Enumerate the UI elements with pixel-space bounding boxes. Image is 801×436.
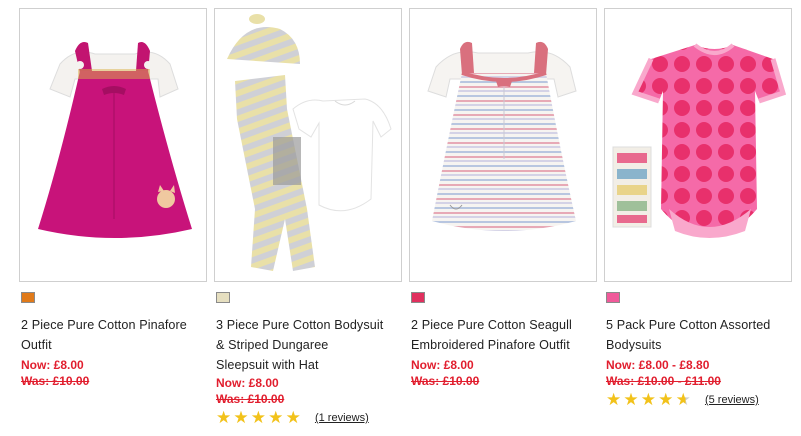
now-price: Now: £8.00 xyxy=(216,376,279,390)
star-icon: ★ xyxy=(606,390,622,409)
product-image-striped-sleepsuit[interactable] xyxy=(214,8,402,282)
star-icon: ★ xyxy=(233,408,249,427)
product-image-seagull-pinafore[interactable] xyxy=(409,8,597,282)
now-price: Now: £8.00 xyxy=(411,358,474,372)
star-icon: ★ xyxy=(640,390,657,409)
product-title[interactable]: 5 Pack Pure Cotton Assorted Bodysuits xyxy=(606,315,801,355)
colour-swatch[interactable] xyxy=(216,292,230,303)
star-icon: ★ xyxy=(268,408,284,427)
product-image-assorted-bodysuits[interactable] xyxy=(604,8,792,282)
pink-pinafore-dress-image xyxy=(38,42,192,238)
star-icon: ★ xyxy=(216,408,232,427)
star-icon: ★ xyxy=(658,390,674,409)
rating: ★ ★ ★ ★ ★ (5 reviews) xyxy=(606,391,759,409)
striped-sleepsuit-hat-image xyxy=(227,14,392,271)
rating: ★ ★ ★ ★ ★ (1 reviews) xyxy=(216,409,369,427)
product-title-line[interactable]: & Striped Dungaree xyxy=(216,335,411,355)
star-rating: ★ ★ ★ ★ ★ xyxy=(216,409,303,427)
was-price: Was: £10.00 xyxy=(411,374,480,388)
star-icon: ★ xyxy=(285,408,301,427)
product-title-line[interactable]: 5 Pack Pure Cotton Assorted xyxy=(606,315,801,335)
product-title-line[interactable]: 3 Piece Pure Cotton Bodysuit xyxy=(216,315,411,335)
product-title-line[interactable]: Sleepsuit with Hat xyxy=(216,355,411,375)
star-icon: ★ xyxy=(250,408,267,427)
was-price: Was: £10.00 - £11.00 xyxy=(606,374,721,388)
product-title-line[interactable]: Outfit xyxy=(21,335,216,355)
product-title[interactable]: 2 Piece Pure Cotton Pinafore Outfit xyxy=(21,315,216,355)
star-icon: ★ xyxy=(623,390,639,409)
star-rating: ★ ★ ★ ★ ★ xyxy=(606,391,693,409)
product-image-pink-pinafore[interactable] xyxy=(19,8,207,282)
now-price: Now: £8.00 - £8.80 xyxy=(606,358,710,372)
half-star-icon: ★ xyxy=(676,391,693,409)
was-price: Was: £10.00 xyxy=(216,392,285,406)
product-title[interactable]: 2 Piece Pure Cotton Seagull Embroidered … xyxy=(411,315,606,355)
colour-swatch[interactable] xyxy=(411,292,425,303)
striped-pinafore-dress-image xyxy=(427,41,577,231)
colour-swatch[interactable] xyxy=(606,292,620,303)
was-price: Was: £10.00 xyxy=(21,374,90,388)
reviews-link[interactable]: (1 reviews) xyxy=(315,412,369,424)
reviews-link[interactable]: (5 reviews) xyxy=(705,394,759,406)
now-price: Now: £8.00 xyxy=(21,358,84,372)
product-title-line[interactable]: Bodysuits xyxy=(606,335,801,355)
product-title-line[interactable]: 2 Piece Pure Cotton Seagull xyxy=(411,315,606,335)
colour-swatch[interactable] xyxy=(21,292,35,303)
product-title[interactable]: 3 Piece Pure Cotton Bodysuit & Striped D… xyxy=(216,315,411,375)
product-title-line[interactable]: 2 Piece Pure Cotton Pinafore xyxy=(21,315,216,335)
polka-dot-bodysuit-image xyxy=(612,43,787,238)
product-title-line[interactable]: Embroidered Pinafore Outfit xyxy=(411,335,606,355)
